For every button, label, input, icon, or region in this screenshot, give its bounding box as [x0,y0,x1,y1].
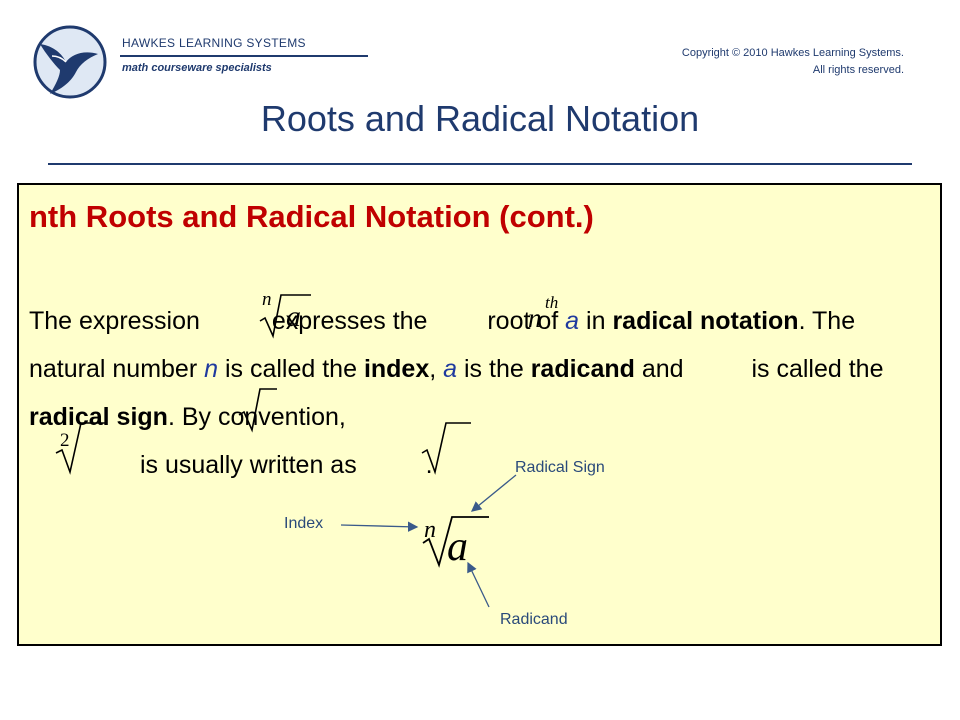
radical-sign-icon [422,516,489,568]
radical-sign-icon [55,422,107,475]
brand-divider [120,55,368,57]
radical-sign-icon [238,388,277,433]
brand-name: HAWKES LEARNING SYSTEMS [122,36,306,50]
radical-sign-icon [421,422,471,475]
page-title: Roots and Radical Notation [260,98,700,139]
arrow-to-radical-sign-icon [470,474,517,512]
arrow-to-index-icon [340,521,419,532]
arrow-to-radicand-icon [467,561,490,608]
radical-sign-icon [259,294,311,339]
copyright-line-1: Copyright © 2010 Hawkes Learning Systems… [681,47,904,59]
hawkes-eagle-logo [33,25,107,99]
content-panel: nth Roots and Radical Notation (cont.) T… [17,183,942,646]
copyright-notice: Copyright © 2010 Hawkes Learning Systems… [682,45,904,79]
brand-tagline: math courseware specialists [122,62,272,74]
copyright-line-2: All rights reserved. [812,64,904,76]
title-divider [48,163,912,165]
radical-signs-overlay [55,294,517,608]
